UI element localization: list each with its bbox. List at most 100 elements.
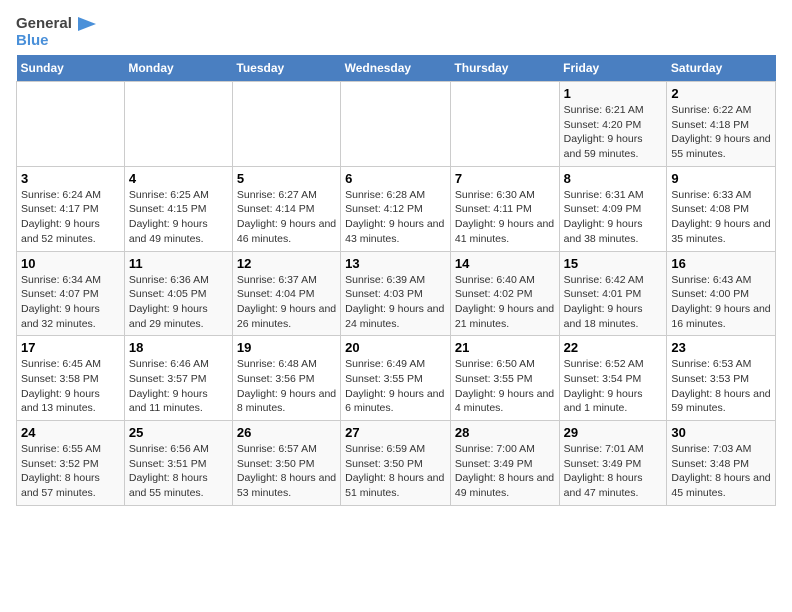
- day-info-line: Sunset: 4:08 PM: [671, 202, 771, 217]
- day-info-line: Sunset: 4:15 PM: [129, 202, 228, 217]
- day-info-line: Sunrise: 6:53 AM: [671, 357, 771, 372]
- day-info-line: Daylight: 9 hours and 32 minutes.: [21, 302, 120, 331]
- day-info-line: Sunset: 4:02 PM: [455, 287, 555, 302]
- day-info-line: Daylight: 9 hours and 26 minutes.: [237, 302, 336, 331]
- calendar-cell: 3Sunrise: 6:24 AMSunset: 4:17 PMDaylight…: [17, 166, 125, 251]
- calendar-cell: 9Sunrise: 6:33 AMSunset: 4:08 PMDaylight…: [667, 166, 776, 251]
- day-info-line: Daylight: 9 hours and 13 minutes.: [21, 387, 120, 416]
- day-info-line: Sunrise: 6:57 AM: [237, 442, 336, 457]
- day-number: 17: [21, 340, 120, 355]
- day-info-line: Daylight: 8 hours and 45 minutes.: [671, 471, 771, 500]
- day-info-line: Daylight: 9 hours and 43 minutes.: [345, 217, 446, 246]
- day-info-line: Sunrise: 6:21 AM: [564, 103, 663, 118]
- day-info-line: Sunrise: 6:31 AM: [564, 188, 663, 203]
- day-number: 7: [455, 171, 555, 186]
- day-info-line: Daylight: 9 hours and 11 minutes.: [129, 387, 228, 416]
- day-info-line: Sunrise: 7:00 AM: [455, 442, 555, 457]
- day-number: 22: [564, 340, 663, 355]
- day-number: 10: [21, 256, 120, 271]
- calendar-cell: [124, 82, 232, 167]
- day-info-line: Sunrise: 6:39 AM: [345, 273, 446, 288]
- day-info-line: Sunset: 4:14 PM: [237, 202, 336, 217]
- day-info-line: Sunset: 3:55 PM: [345, 372, 446, 387]
- calendar-cell: 12Sunrise: 6:37 AMSunset: 4:04 PMDayligh…: [232, 251, 340, 336]
- day-info-line: Sunrise: 6:27 AM: [237, 188, 336, 203]
- day-info-line: Sunset: 3:50 PM: [237, 457, 336, 472]
- day-info-line: Sunset: 4:01 PM: [564, 287, 663, 302]
- day-info-line: Sunset: 4:07 PM: [21, 287, 120, 302]
- day-info-line: Daylight: 9 hours and 55 minutes.: [671, 132, 771, 161]
- day-info-line: Daylight: 9 hours and 8 minutes.: [237, 387, 336, 416]
- day-info-line: Sunset: 4:03 PM: [345, 287, 446, 302]
- calendar-cell: 16Sunrise: 6:43 AMSunset: 4:00 PMDayligh…: [667, 251, 776, 336]
- calendar-cell: 30 Sunrise: 7:03 AMSunset: 3:48 PMDayligh…: [667, 421, 776, 506]
- col-header-friday: Friday: [559, 55, 667, 82]
- calendar-cell: 10Sunrise: 6:34 AMSunset: 4:07 PMDayligh…: [17, 251, 125, 336]
- day-info-line: Sunset: 3:50 PM: [345, 457, 446, 472]
- day-number: 28: [455, 425, 555, 440]
- day-number: 6: [345, 171, 446, 186]
- day-info-line: Sunrise: 6:45 AM: [21, 357, 120, 372]
- day-info-line: Sunrise: 7:03 AM: [671, 442, 771, 457]
- day-info-line: Sunrise: 6:40 AM: [455, 273, 555, 288]
- day-info-line: Daylight: 9 hours and 41 minutes.: [455, 217, 555, 246]
- day-info-line: Sunrise: 6:52 AM: [564, 357, 663, 372]
- day-info-line: Sunset: 3:58 PM: [21, 372, 120, 387]
- day-info-line: Daylight: 9 hours and 21 minutes.: [455, 302, 555, 331]
- calendar-cell: 21Sunrise: 6:50 AMSunset: 3:55 PMDayligh…: [450, 336, 559, 421]
- day-number: 26: [237, 425, 336, 440]
- calendar-cell: [232, 82, 340, 167]
- day-number: 24: [21, 425, 120, 440]
- calendar-cell: 2Sunrise: 6:22 AMSunset: 4:18 PMDaylight…: [667, 82, 776, 167]
- day-info-line: Sunset: 3:49 PM: [564, 457, 663, 472]
- day-info-line: Daylight: 9 hours and 6 minutes.: [345, 387, 446, 416]
- day-info-line: Sunrise: 6:28 AM: [345, 188, 446, 203]
- day-info-line: Daylight: 8 hours and 47 minutes.: [564, 471, 663, 500]
- day-info-line: Sunset: 4:18 PM: [671, 118, 771, 133]
- col-header-sunday: Sunday: [17, 55, 125, 82]
- day-info-line: Sunrise: 6:56 AM: [129, 442, 228, 457]
- day-info-line: Sunset: 3:57 PM: [129, 372, 228, 387]
- day-number: 12: [237, 256, 336, 271]
- day-info-line: Sunrise: 6:36 AM: [129, 273, 228, 288]
- day-info-line: Sunrise: 6:42 AM: [564, 273, 663, 288]
- day-info-line: Sunset: 3:52 PM: [21, 457, 120, 472]
- day-number: 1: [564, 86, 663, 101]
- day-info-line: Sunset: 3:56 PM: [237, 372, 336, 387]
- day-number: 30: [671, 425, 771, 440]
- day-number: 5: [237, 171, 336, 186]
- calendar-cell: 24Sunrise: 6:55 AMSunset: 3:52 PMDayligh…: [17, 421, 125, 506]
- day-info-line: Daylight: 9 hours and 29 minutes.: [129, 302, 228, 331]
- day-number: 3: [21, 171, 120, 186]
- day-info-line: Daylight: 8 hours and 53 minutes.: [237, 471, 336, 500]
- calendar-cell: 20Sunrise: 6:49 AMSunset: 3:55 PMDayligh…: [341, 336, 451, 421]
- day-number: 29: [564, 425, 663, 440]
- day-info-line: Daylight: 9 hours and 46 minutes.: [237, 217, 336, 246]
- calendar-cell: 22Sunrise: 6:52 AMSunset: 3:54 PMDayligh…: [559, 336, 667, 421]
- calendar-cell: 13Sunrise: 6:39 AMSunset: 4:03 PMDayligh…: [341, 251, 451, 336]
- day-info-line: Sunset: 4:17 PM: [21, 202, 120, 217]
- day-info-line: Sunset: 4:12 PM: [345, 202, 446, 217]
- calendar-cell: [341, 82, 451, 167]
- calendar-cell: 6 Sunrise: 6:28 AMSunset: 4:12 PMDaylight…: [341, 166, 451, 251]
- day-info-line: Sunrise: 6:55 AM: [21, 442, 120, 457]
- day-info-line: Daylight: 9 hours and 4 minutes.: [455, 387, 555, 416]
- day-number: 19: [237, 340, 336, 355]
- day-info-line: Daylight: 9 hours and 59 minutes.: [564, 132, 663, 161]
- day-number: 8: [564, 171, 663, 186]
- day-number: 21: [455, 340, 555, 355]
- day-info-line: Sunset: 4:20 PM: [564, 118, 663, 133]
- day-number: 2: [671, 86, 771, 101]
- day-info-line: Sunset: 3:51 PM: [129, 457, 228, 472]
- day-info-line: Sunset: 3:48 PM: [671, 457, 771, 472]
- calendar-cell: 17 Sunrise: 6:45 AMSunset: 3:58 PMDayligh…: [17, 336, 125, 421]
- day-info-line: Sunrise: 6:48 AM: [237, 357, 336, 372]
- day-info-line: Daylight: 9 hours and 24 minutes.: [345, 302, 446, 331]
- calendar-cell: 8Sunrise: 6:31 AMSunset: 4:09 PMDaylight…: [559, 166, 667, 251]
- day-number: 20: [345, 340, 446, 355]
- day-info-line: Sunrise: 6:59 AM: [345, 442, 446, 457]
- calendar-cell: [450, 82, 559, 167]
- day-info-line: Sunrise: 6:46 AM: [129, 357, 228, 372]
- day-number: 15: [564, 256, 663, 271]
- calendar-cell: [17, 82, 125, 167]
